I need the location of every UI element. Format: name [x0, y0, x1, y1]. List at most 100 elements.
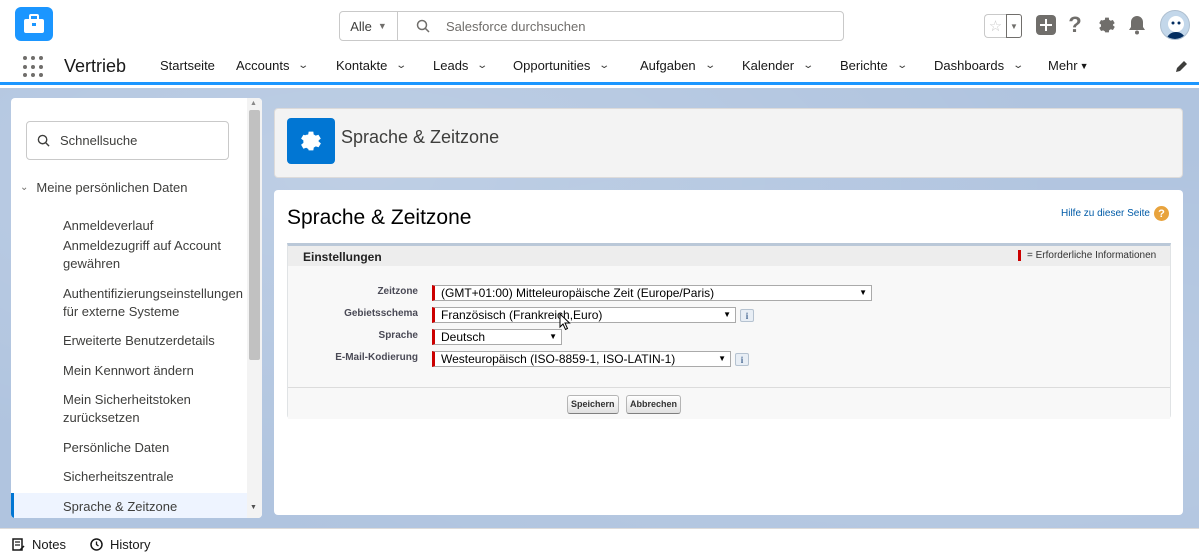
language-label: Sprache [378, 330, 418, 341]
nav-item-tasks[interactable]: Aufgaben ⌄ [640, 58, 716, 73]
sidebar-item-personal-info[interactable]: Persönliche Daten [63, 439, 248, 457]
page-header-panel: Sprache & Zeitzone [274, 108, 1183, 178]
quickfind-input[interactable]: Schnellsuche [26, 121, 229, 160]
notifications-bell-icon[interactable] [1126, 14, 1148, 36]
search-scope-dropdown[interactable]: Alle ▼ [340, 12, 398, 40]
user-avatar[interactable] [1160, 10, 1190, 40]
settings-block-header: Einstellungen = Erforderliche Informatio… [288, 246, 1170, 266]
search-scope-label: Alle [350, 18, 372, 34]
nav-item-more[interactable]: Mehr ▼ [1048, 58, 1089, 73]
utility-item-notes[interactable]: Notes [12, 537, 66, 552]
setup-gear-icon [287, 118, 335, 164]
scrollbar-thumb[interactable] [249, 110, 260, 360]
email-encoding-label: E-Mail-Kodierung [335, 352, 418, 363]
setup-gear-icon[interactable] [1096, 14, 1118, 36]
save-button[interactable]: Speichern [567, 395, 619, 414]
app-launcher-icon[interactable] [23, 56, 45, 78]
nav-item-label: Kalender [742, 58, 795, 73]
cancel-button[interactable]: Abbrechen [626, 395, 682, 414]
sidebar-item-grant-login-access[interactable]: Anmeldezugriff auf Account gewähren [63, 237, 248, 273]
tree-section-personal-data[interactable]: ⌄ Meine persönlichen Daten [20, 180, 187, 195]
dropdown-arrow-icon: ▼ [859, 288, 867, 297]
scroll-up-arrow-icon[interactable]: ▲ [250, 100, 257, 107]
required-legend: = Erforderliche Informationen [1018, 250, 1156, 261]
chevron-down-icon[interactable]: ⌄ [802, 60, 814, 71]
sidebar-item-advanced-user-details[interactable]: Erweiterte Benutzerdetails [63, 332, 248, 350]
favorites-button[interactable]: ☆ ▼ [984, 14, 1024, 38]
email-encoding-value: Westeuropäisch (ISO-8859-1, ISO-LATIN-1) [441, 352, 676, 366]
timezone-value: (GMT+01:00) Mitteleuropäische Zeit (Euro… [441, 286, 715, 300]
nav-item-label: Accounts [236, 58, 290, 73]
sidebar-item-login-history[interactable]: Anmeldeverlauf [63, 217, 248, 235]
utility-notes-label: Notes [32, 537, 66, 552]
nav-item-label: Mehr [1048, 58, 1078, 73]
dropdown-arrow-icon: ▼ [723, 310, 731, 319]
setup-sidebar: Schnellsuche ⌄ Meine persönlichen Daten … [11, 98, 262, 518]
scroll-down-arrow-icon[interactable]: ▼ [250, 504, 257, 511]
chevron-down-icon[interactable]: ⌄ [298, 60, 310, 71]
page-header-title: Sprache & Zeitzone [341, 127, 500, 147]
sidebar-scrollbar[interactable]: ▲ ▼ [247, 98, 262, 518]
search-placeholder: Salesforce durchsuchen [446, 18, 586, 34]
nav-item-reports[interactable]: Berichte ⌄ [840, 58, 908, 73]
app-nav-bar: Vertrieb Startseite Accounts ⌄ Kontakte ⌄ … [0, 50, 1199, 85]
help-icon[interactable]: ? [1064, 12, 1086, 37]
chevron-down-icon[interactable]: ⌄ [599, 60, 611, 71]
help-link[interactable]: Hilfe zu dieser Seite ? [1061, 206, 1169, 221]
nav-item-opportunities[interactable]: Opportunities ⌄ [513, 58, 611, 73]
chevron-down-icon[interactable]: ⌄ [704, 60, 716, 71]
sidebar-item-reset-security-token[interactable]: Mein Sicherheitstoken zurücksetzen [63, 391, 248, 427]
star-icon[interactable]: ☆ [984, 14, 1006, 38]
language-select[interactable]: Deutsch ▼ [432, 329, 562, 345]
workspace: Schnellsuche ⌄ Meine persönlichen Daten … [0, 88, 1199, 528]
chevron-down-icon[interactable]: ⌄ [20, 182, 28, 193]
locale-info-icon[interactable]: i [740, 309, 754, 322]
nav-item-contacts[interactable]: Kontakte ⌄ [336, 58, 408, 73]
sidebar-item-language-timezone[interactable]: Sprache & Zeitzone [63, 498, 248, 516]
mouse-cursor-icon [559, 313, 571, 331]
locale-select[interactable]: Französisch (Frankreich,Euro) ▼ [432, 307, 736, 323]
nav-item-dashboards[interactable]: Dashboards ⌄ [934, 58, 1024, 73]
briefcase-icon [24, 14, 44, 33]
chevron-down-icon[interactable]: ⌄ [396, 60, 408, 71]
nav-item-calendar[interactable]: Kalender ⌄ [742, 58, 814, 73]
sidebar-item-security-center[interactable]: Sicherheitszentrale [63, 468, 248, 486]
add-icon[interactable] [1035, 14, 1057, 36]
help-question-icon[interactable]: ? [1153, 206, 1169, 221]
chevron-down-icon[interactable]: ⌄ [477, 60, 489, 71]
search-icon [416, 19, 430, 33]
nav-item-accounts[interactable]: Accounts ⌄ [236, 58, 310, 73]
help-link-label: Hilfe zu dieser Seite [1061, 208, 1150, 219]
favorites-dropdown-icon[interactable]: ▼ [1006, 14, 1022, 38]
tree-section-label: Meine persönlichen Daten [36, 180, 188, 195]
sidebar-item-auth-settings[interactable]: Authentifizierungseinstellungen für exte… [63, 285, 248, 321]
nav-item-leads[interactable]: Leads ⌄ [433, 58, 489, 73]
settings-block-footer: Speichern Abbrechen [288, 387, 1170, 419]
global-header: Alle ▼ Salesforce durchsuchen ☆ ▼ ? [0, 0, 1199, 50]
global-search: Alle ▼ Salesforce durchsuchen [339, 11, 844, 41]
dropdown-arrow-icon: ▼ [718, 354, 726, 363]
email-encoding-select[interactable]: Westeuropäisch (ISO-8859-1, ISO-LATIN-1)… [432, 351, 731, 367]
required-legend-label: = Erforderliche Informationen [1027, 250, 1157, 261]
utility-bar: Notes History [0, 528, 1199, 558]
locale-label: Gebietsschema [344, 308, 418, 319]
sidebar-item-change-password[interactable]: Mein Kennwort ändern [63, 362, 248, 380]
timezone-select[interactable]: (GMT+01:00) Mitteleuropäische Zeit (Euro… [432, 285, 872, 301]
app-name: Vertrieb [64, 56, 127, 76]
timezone-label: Zeitzone [377, 286, 418, 297]
utility-item-history[interactable]: History [90, 537, 150, 552]
search-input[interactable]: Salesforce durchsuchen [398, 12, 843, 40]
required-marker [1018, 250, 1021, 261]
nav-item-home[interactable]: Startseite [160, 58, 215, 73]
salesforce-logo[interactable] [15, 7, 53, 41]
chevron-down-icon[interactable]: ⌄ [896, 60, 908, 71]
nav-item-label: Leads [433, 58, 469, 73]
language-value: Deutsch [441, 330, 486, 344]
edit-nav-pencil-icon[interactable] [1175, 59, 1189, 78]
main-content-panel: Sprache & Zeitzone Hilfe zu dieser Seite… [274, 190, 1183, 515]
notes-icon [12, 538, 25, 551]
email-encoding-info-icon[interactable]: i [735, 353, 749, 366]
clock-icon [90, 538, 103, 551]
chevron-down-icon[interactable]: ⌄ [1012, 60, 1024, 71]
nav-item-label: Startseite [160, 58, 215, 73]
